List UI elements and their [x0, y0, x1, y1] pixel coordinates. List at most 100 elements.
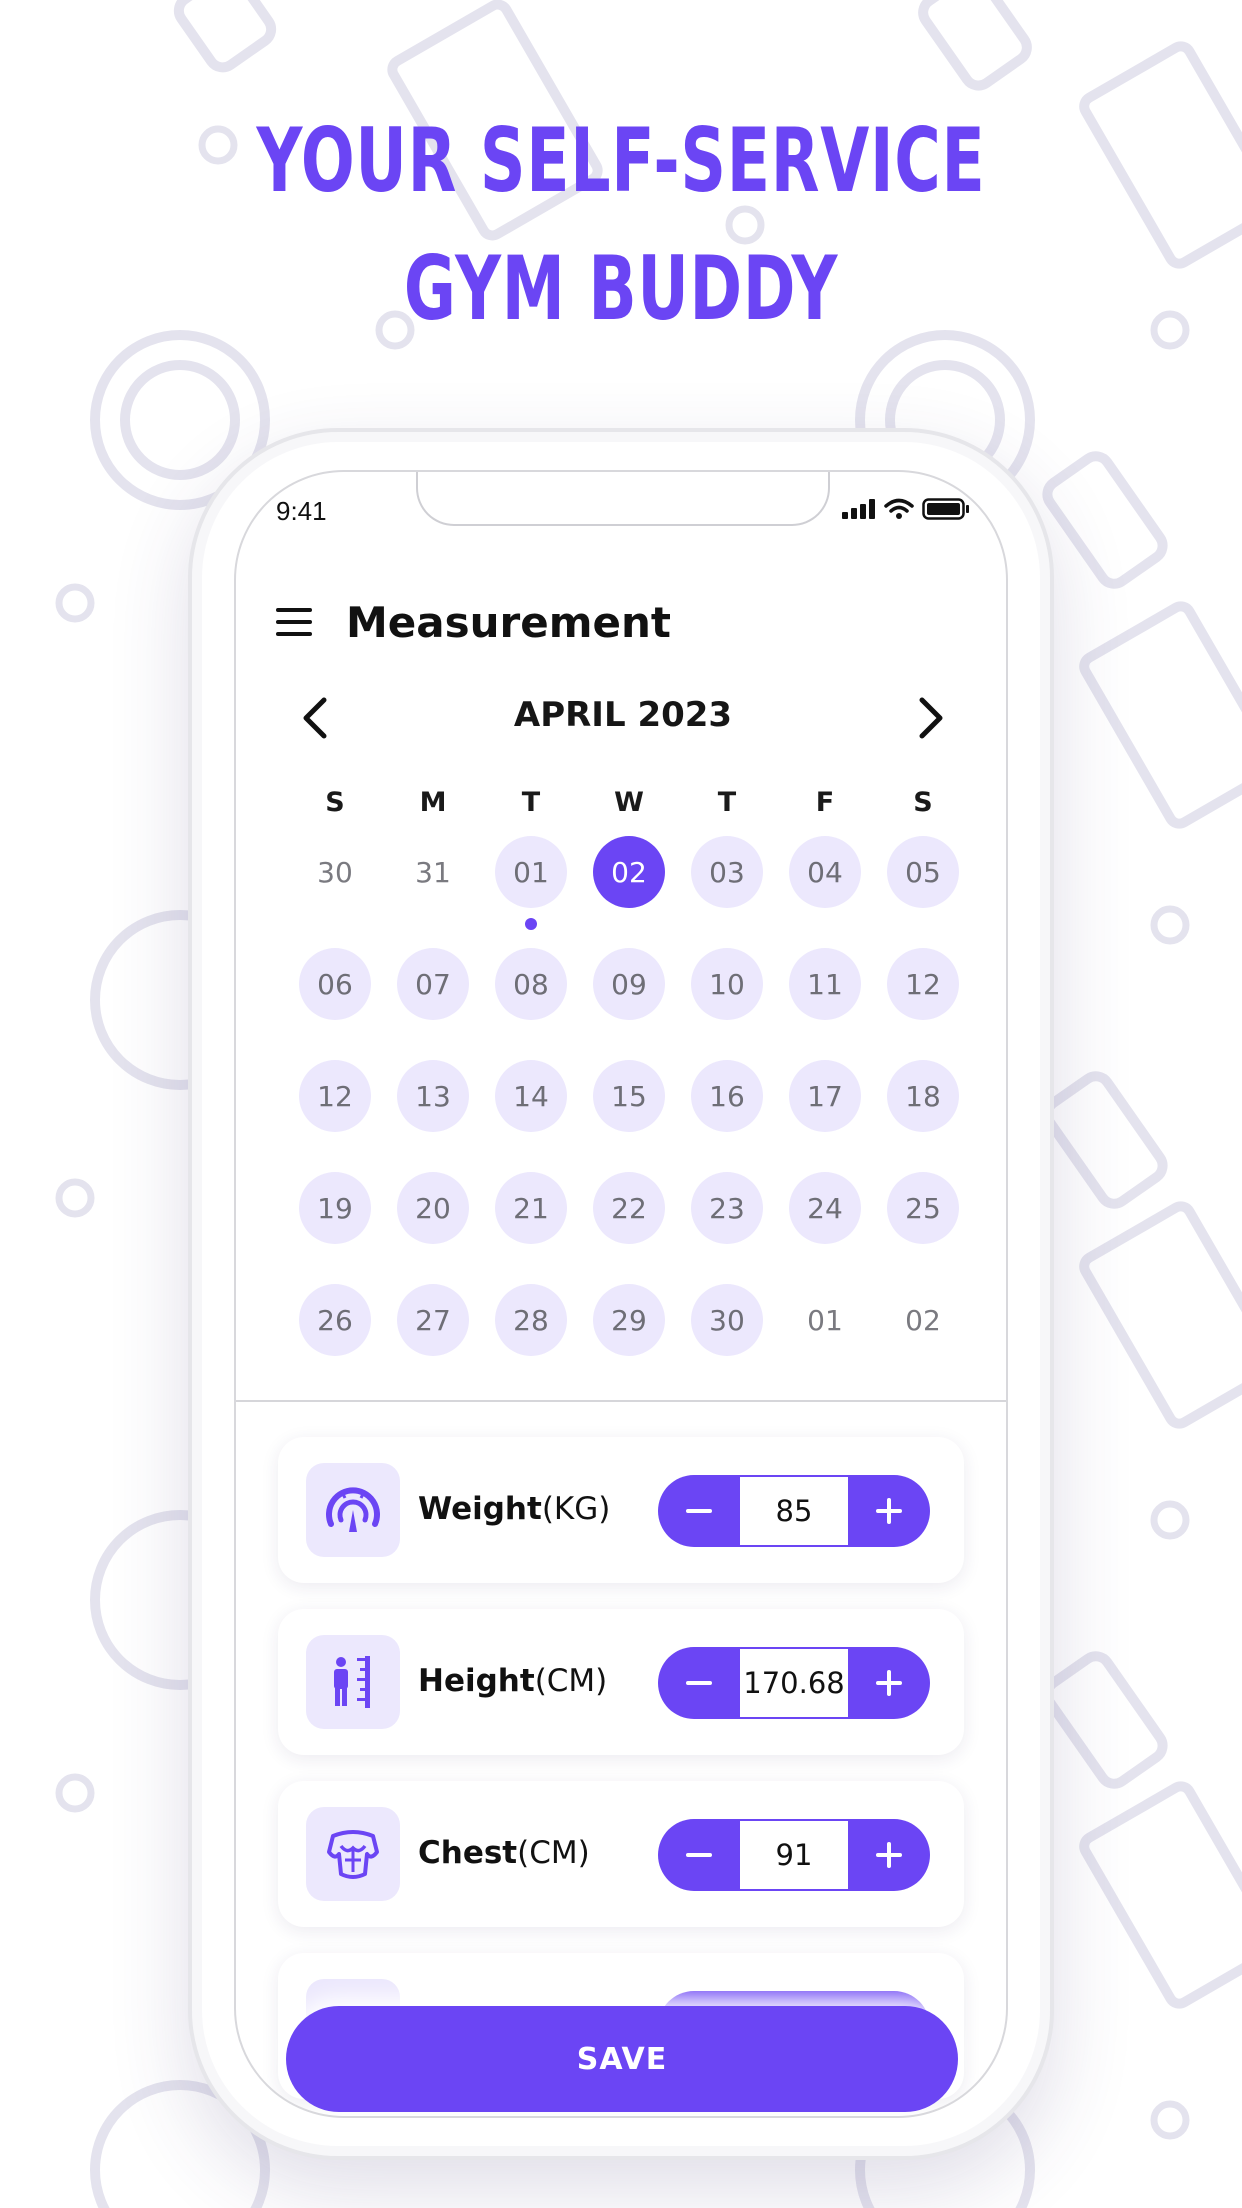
calendar-day[interactable]: 20: [384, 1168, 482, 1280]
calendar-day-number: 08: [495, 948, 567, 1020]
calendar-day[interactable]: 03: [678, 832, 776, 944]
minus-icon: [686, 1853, 712, 1857]
page-title: Measurement: [346, 597, 671, 647]
calendar-day-number: 02: [593, 836, 665, 908]
weekday-label: F: [815, 787, 835, 818]
height-input[interactable]: [740, 1649, 848, 1717]
save-button[interactable]: SAVE: [286, 2006, 958, 2112]
calendar-day-number: 21: [495, 1172, 567, 1244]
chest-input[interactable]: [740, 1821, 848, 1889]
calendar-day-number: 18: [887, 1060, 959, 1132]
measurement-label-height: Height(CM): [418, 1663, 607, 1699]
calendar-day[interactable]: 16: [678, 1056, 776, 1168]
calendar-day-number: 26: [299, 1284, 371, 1356]
calendar-day-number: 05: [887, 836, 959, 908]
calendar-day-number: 07: [397, 948, 469, 1020]
weekday-label: S: [913, 787, 933, 818]
calendar-day[interactable]: 15: [580, 1056, 678, 1168]
calendar-day[interactable]: 12: [286, 1056, 384, 1168]
calendar-day[interactable]: 30: [286, 832, 384, 944]
app-header: Measurement: [276, 592, 671, 652]
height-unit: (CM): [534, 1663, 608, 1699]
calendar-day[interactable]: 02: [874, 1280, 972, 1392]
minus-icon: [686, 1681, 712, 1685]
chevron-right-icon[interactable]: [910, 695, 950, 741]
promo-headline-line1: YOUR SELF-SERVICE: [256, 109, 986, 212]
calendar-day-number: 15: [593, 1060, 665, 1132]
weight-increment-button[interactable]: [848, 1475, 930, 1547]
calendar-day-number: 01: [807, 1303, 843, 1337]
chest-increment-button[interactable]: [848, 1819, 930, 1891]
weight-name: Weight: [418, 1491, 542, 1527]
calendar-day-number: 30: [691, 1284, 763, 1356]
calendar-day-number: 20: [397, 1172, 469, 1244]
plus-icon: [876, 1842, 902, 1868]
calendar-day[interactable]: 01: [482, 832, 580, 944]
calendar-day-number: 09: [593, 948, 665, 1020]
calendar-day-number: 06: [299, 948, 371, 1020]
measurement-card-chest: Chest(CM): [278, 1781, 964, 1927]
calendar-day-number: 11: [789, 948, 861, 1020]
calendar-day[interactable]: 23: [678, 1168, 776, 1280]
weekday-label: S: [325, 787, 345, 818]
section-divider: [236, 1400, 1006, 1402]
calendar-day[interactable]: 11: [776, 944, 874, 1056]
event-dot-indicator: [525, 918, 537, 930]
height-increment-button[interactable]: [848, 1647, 930, 1719]
calendar-day-number: 13: [397, 1060, 469, 1132]
phone-screen: 9:41 Measurement APRIL 2023 S M T W T F …: [234, 470, 1008, 2118]
weight-input[interactable]: [740, 1477, 848, 1545]
calendar-day[interactable]: 07: [384, 944, 482, 1056]
calendar-day-number: 29: [593, 1284, 665, 1356]
calendar-day[interactable]: 30: [678, 1280, 776, 1392]
promo-headline-line2: GYM BUDDY: [403, 237, 839, 340]
calendar-day[interactable]: 24: [776, 1168, 874, 1280]
height-stepper: [658, 1647, 930, 1719]
calendar-day[interactable]: 01: [776, 1280, 874, 1392]
calendar-day[interactable]: 09: [580, 944, 678, 1056]
height-decrement-button[interactable]: [658, 1647, 740, 1719]
calendar-day[interactable]: 19: [286, 1168, 384, 1280]
weekday-label: T: [521, 787, 541, 818]
calendar-day[interactable]: 31: [384, 832, 482, 944]
calendar-day[interactable]: 22: [580, 1168, 678, 1280]
calendar-day-number: 14: [495, 1060, 567, 1132]
wifi-icon: [884, 498, 914, 519]
calendar-day[interactable]: 25: [874, 1168, 972, 1280]
calendar-day[interactable]: 13: [384, 1056, 482, 1168]
calendar-day[interactable]: 10: [678, 944, 776, 1056]
calendar-day[interactable]: 08: [482, 944, 580, 1056]
weight-decrement-button[interactable]: [658, 1475, 740, 1547]
calendar-day[interactable]: 21: [482, 1168, 580, 1280]
calendar-day[interactable]: 27: [384, 1280, 482, 1392]
calendar-day-number: 24: [789, 1172, 861, 1244]
calendar-day[interactable]: 18: [874, 1056, 972, 1168]
calendar-day-number: 27: [397, 1284, 469, 1356]
calendar-day[interactable]: 26: [286, 1280, 384, 1392]
calendar-day[interactable]: 14: [482, 1056, 580, 1168]
calendar-day-number: 30: [317, 855, 353, 889]
battery-icon: [922, 498, 969, 520]
calendar-day-number: 22: [593, 1172, 665, 1244]
calendar-day[interactable]: 17: [776, 1056, 874, 1168]
calendar-week-row: 06 07 08 09 10 11 12: [286, 944, 972, 1056]
calendar-day-selected[interactable]: 02: [580, 832, 678, 944]
weight-unit: (KG): [541, 1491, 611, 1527]
calendar-day[interactable]: 29: [580, 1280, 678, 1392]
minus-icon: [686, 1509, 712, 1513]
hamburger-menu-icon[interactable]: [276, 608, 316, 636]
chest-decrement-button[interactable]: [658, 1819, 740, 1891]
calendar-day[interactable]: 05: [874, 832, 972, 944]
month-label: APRIL 2023: [513, 695, 733, 735]
calendar-day[interactable]: 06: [286, 944, 384, 1056]
calendar-day-number: 02: [905, 1303, 941, 1337]
chest-unit: (CM): [517, 1835, 590, 1871]
calendar-week-row: 12 13 14 15 16 17 18: [286, 1056, 972, 1168]
calendar-day[interactable]: 12: [874, 944, 972, 1056]
calendar-day[interactable]: 28: [482, 1280, 580, 1392]
calendar-week-row: 26 27 28 29 30 01 02: [286, 1280, 972, 1392]
weekday-label: W: [614, 787, 644, 818]
cellular-signal-icon: [842, 499, 875, 519]
calendar-day[interactable]: 04: [776, 832, 874, 944]
plus-icon: [876, 1670, 902, 1696]
